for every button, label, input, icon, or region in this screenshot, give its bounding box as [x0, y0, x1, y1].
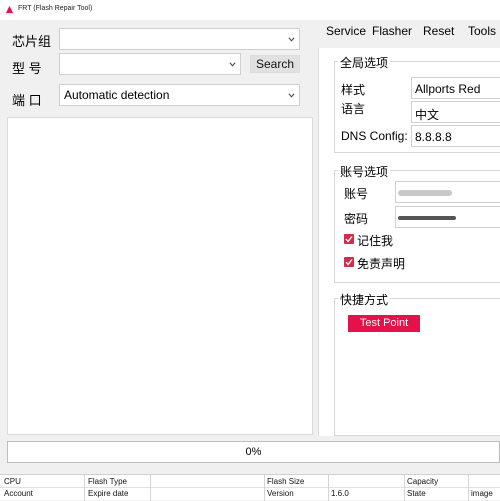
status-col-divider	[404, 475, 405, 501]
menu-flasher[interactable]: Flasher	[372, 24, 412, 38]
menu-service[interactable]: Service	[326, 24, 366, 38]
flash-size-label: Flash Size	[267, 477, 305, 486]
port-label: 端 口	[12, 93, 42, 108]
log-output[interactable]	[7, 117, 313, 435]
status-col-divider	[328, 475, 329, 501]
style-label: 样式	[341, 83, 366, 97]
disclaimer-label: 免责声明	[357, 257, 406, 271]
account-options-title: 账号选项	[338, 163, 391, 180]
cpu-label: CPU	[4, 477, 21, 486]
status-col-divider	[150, 475, 151, 501]
state-label: State	[407, 489, 426, 498]
version-label: Version	[267, 489, 294, 498]
search-button[interactable]: Search	[250, 55, 300, 73]
remember-checkbox[interactable]	[344, 234, 354, 244]
flash-type-label: Flash Type	[88, 477, 127, 486]
port-select[interactable]: Automatic detection	[59, 84, 300, 106]
style-value: Allports Red	[415, 82, 481, 96]
username-input[interactable]	[395, 181, 500, 203]
settings-panel: 全局选项 样式 Allports Red 语言 中文 DNS Config: 8…	[318, 48, 500, 436]
model-label: 型 号	[12, 61, 42, 76]
password-label: 密码	[344, 212, 369, 226]
image-label: image	[471, 489, 493, 498]
chevron-down-icon	[229, 62, 236, 67]
title-bar: FRT (Flash Repair Tool)	[0, 0, 500, 20]
chevron-down-icon	[288, 37, 295, 42]
chevron-down-icon	[288, 93, 295, 98]
checkmark-icon	[345, 259, 353, 266]
status-col-divider	[264, 475, 265, 501]
checkmark-icon	[345, 236, 353, 243]
password-dots	[398, 216, 456, 220]
user-label: 账号	[344, 187, 369, 201]
language-label: 语言	[341, 102, 366, 116]
dns-input[interactable]: 8.8.8.8	[411, 125, 500, 147]
expire-date-label: Expire date	[88, 489, 129, 498]
progress-text: 0%	[245, 446, 262, 458]
status-row-divider	[0, 487, 500, 488]
chipset-label: 芯片组	[12, 34, 52, 49]
global-options-group: 全局选项 样式 Allports Red 语言 中文 DNS Config: 8…	[334, 54, 500, 153]
app-logo-icon	[5, 5, 14, 14]
language-value: 中文	[415, 108, 440, 122]
global-options-title: 全局选项	[338, 54, 391, 71]
status-col-divider	[84, 475, 85, 501]
status-grid: CPU Flash Type Flash Size Capacity Accou…	[0, 474, 500, 501]
shortcuts-title: 快捷方式	[338, 291, 391, 308]
dns-label: DNS Config:	[341, 129, 408, 143]
account-label: Account	[4, 489, 33, 498]
style-select[interactable]: Allports Red	[411, 77, 500, 99]
model-select[interactable]	[59, 53, 241, 75]
dns-value: 8.8.8.8	[415, 130, 452, 144]
test-point-button[interactable]: Test Point	[348, 315, 420, 332]
chipset-select[interactable]	[59, 28, 300, 50]
menu-reset[interactable]: Reset	[423, 24, 454, 38]
window-title: FRT (Flash Repair Tool)	[18, 5, 93, 12]
progress-bar: 0%	[7, 441, 500, 463]
account-options-group: 账号选项 账号 密码 记住我 免责声明	[334, 163, 500, 283]
remember-label: 记住我	[357, 234, 394, 248]
capacity-label: Capacity	[407, 477, 439, 486]
port-value: Automatic detection	[64, 88, 170, 102]
password-input[interactable]	[395, 206, 500, 228]
version-value: 1.6.0	[331, 489, 349, 498]
status-col-divider	[468, 475, 469, 501]
language-select[interactable]: 中文	[411, 101, 500, 123]
disclaimer-checkbox[interactable]	[344, 257, 354, 267]
blurred-username	[398, 190, 452, 196]
menu-tools[interactable]: Tools	[468, 24, 496, 38]
